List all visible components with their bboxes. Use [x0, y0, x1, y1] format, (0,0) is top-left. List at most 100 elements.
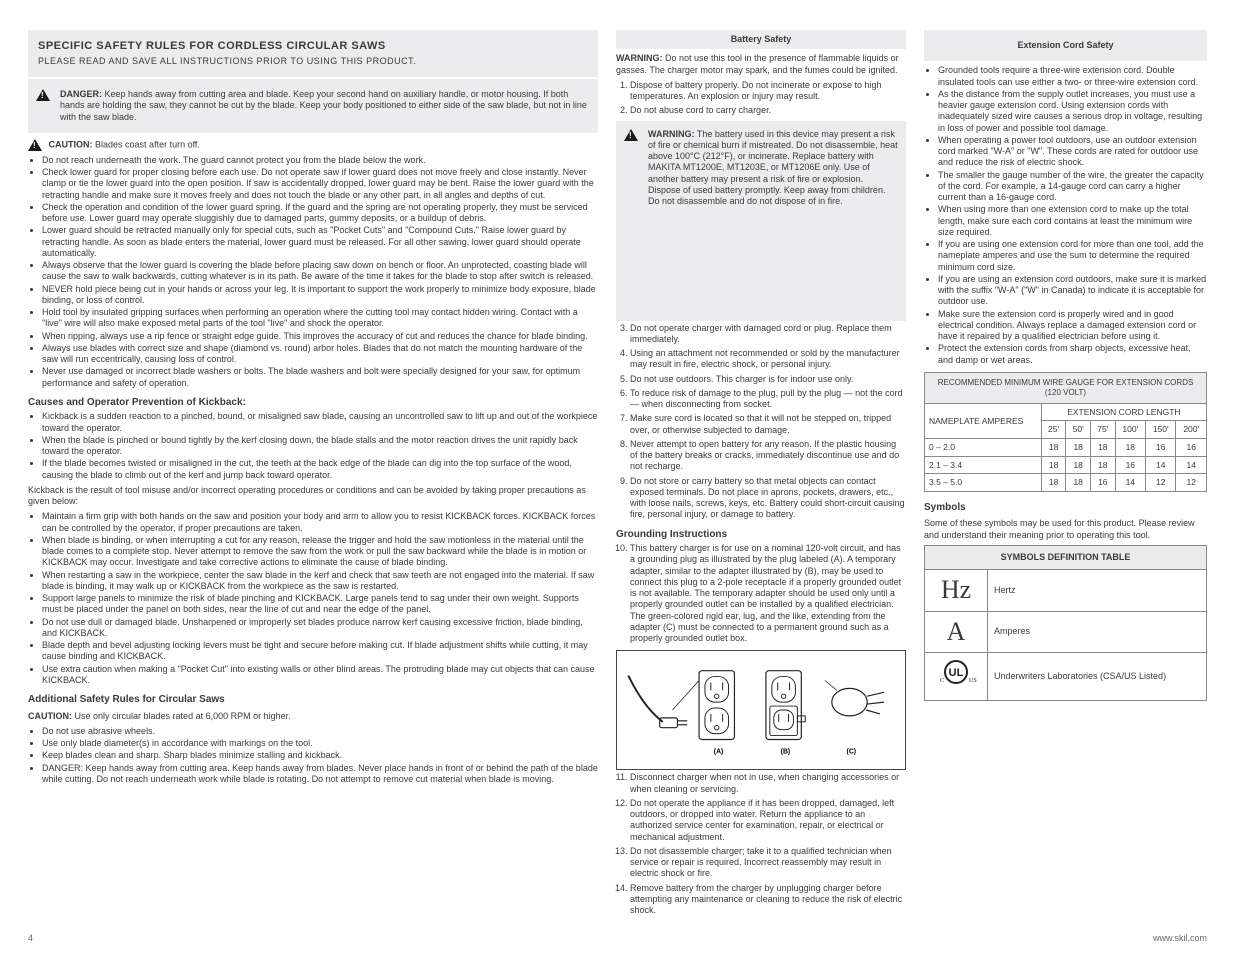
warning-box: WARNING: The battery used in this device…: [616, 121, 906, 321]
list-item: Check lower guard for proper closing bef…: [42, 167, 598, 201]
section-header-sub: PLEASE READ AND SAVE ALL INSTRUCTIONS PR…: [38, 56, 588, 67]
page-number: 4: [28, 933, 33, 944]
list-item: To reduce risk of damage to the plug, pu…: [630, 388, 906, 411]
list-item: This battery charger is for use on a nom…: [630, 543, 906, 644]
figure-label-a: (A): [714, 749, 724, 756]
table-row: UL C US Underwriters Laboratories (CSA/U…: [925, 653, 1207, 701]
list-item: Maintain a firm grip with both hands on …: [42, 511, 598, 534]
list-item: Do not use dull or damaged blade. Unshar…: [42, 617, 598, 640]
list-item: Do not operate charger with damaged cord…: [630, 323, 906, 346]
warning-icon: [36, 89, 50, 101]
list-item: Make sure the extension cord is properly…: [938, 309, 1207, 343]
awg-len: 50': [1066, 421, 1091, 439]
symbol-def: Hertz: [988, 570, 1207, 612]
awg-header-length: EXTENSION CORD LENGTH: [1041, 403, 1206, 421]
grounding-header: Grounding Instructions: [616, 529, 906, 542]
svg-text:US: US: [969, 678, 977, 684]
list-item: As the distance from the supply outlet i…: [938, 89, 1207, 134]
awg-len: 25': [1041, 421, 1066, 439]
awg-len: 100': [1115, 421, 1145, 439]
list-item: Support large panels to minimize the ris…: [42, 593, 598, 616]
symbols-table-title: SYMBOLS DEFINITION TABLE: [925, 545, 1207, 569]
list-item: Dispose of battery properly. Do not inci…: [630, 80, 906, 103]
kickback-header: Causes and Operator Prevention of Kickba…: [28, 397, 598, 410]
list-item: Do not disassemble charger; take it to a…: [630, 846, 906, 880]
numbered-list: Dispose of battery properly. Do not inci…: [630, 80, 906, 117]
list-item: Protect the extension cords from sharp o…: [938, 343, 1207, 366]
list-item: Remove battery from the charger by unplu…: [630, 883, 906, 917]
battery-warning-line: WARNING: Do not use this tool in the pre…: [616, 53, 906, 76]
bullet-list: Do not use abrasive wheels. Use only bla…: [42, 726, 598, 785]
bullet-list: Kickback is a sudden reaction to a pinch…: [42, 411, 598, 481]
svg-text:C: C: [940, 678, 944, 684]
list-item: When ripping, always use a rip fence or …: [42, 331, 598, 342]
caution-text: Blades coast after turn off.: [95, 139, 200, 149]
table-row: 3.5 – 5.0 18 18 16 14 12 12: [925, 474, 1207, 492]
awg-table: RECOMMENDED MINIMUM WIRE GAUGE FOR EXTEN…: [924, 372, 1207, 492]
list-item: Do not reach underneath the work. The gu…: [42, 155, 598, 166]
warning-text: The battery used in this device may pres…: [648, 129, 898, 207]
section-header: SPECIFIC SAFETY RULES FOR CORDLESS CIRCU…: [28, 30, 598, 77]
list-item: Do not use outdoors. This charger is for…: [630, 374, 906, 385]
grounding-figure: (A) (B): [616, 650, 906, 770]
list-item: Always use blades with correct size and …: [42, 343, 598, 366]
symbol-def: Underwriters Laboratories (CSA/US Listed…: [988, 653, 1207, 701]
warning-word: WARNING:: [648, 129, 695, 139]
figure-label-b: (B): [781, 749, 791, 756]
list-item: Use only blade diameter(s) in accordance…: [42, 738, 598, 749]
awg-header-amps: NAMEPLATE AMPERES: [925, 403, 1042, 438]
list-item: When restarting a saw in the workpiece, …: [42, 570, 598, 593]
section-header-main: SPECIFIC SAFETY RULES FOR CORDLESS CIRCU…: [38, 40, 386, 52]
list-item: If you are using an extension cord outdo…: [938, 274, 1207, 308]
list-item: Grounded tools require a three-wire exte…: [938, 65, 1207, 88]
list-item: If you are using one extension cord for …: [938, 239, 1207, 273]
bullet-list: Maintain a firm grip with both hands on …: [42, 511, 598, 686]
caution-line: CAUTION: Blades coast after turn off.: [28, 139, 598, 151]
list-item: Do not use abrasive wheels.: [42, 726, 598, 737]
list-item: NEVER hold piece being cut in your hands…: [42, 284, 598, 307]
symbol-def: Amperes: [988, 611, 1207, 653]
extension-cord-header: Extension Cord Safety: [924, 30, 1207, 61]
table-row: 2.1 – 3.4 18 18 18 16 14 14: [925, 456, 1207, 474]
list-item: Do not operate the appliance if it has b…: [630, 798, 906, 843]
caution-word: CAUTION:: [28, 711, 72, 721]
warning-word: WARNING:: [616, 53, 663, 63]
symbols-header: Symbols: [924, 502, 1207, 515]
list-item: Check the operation and condition of the…: [42, 202, 598, 225]
warning-icon: [624, 129, 638, 141]
list-item: The smaller the gauge number of the wire…: [938, 170, 1207, 204]
list-item: Do not store or carry battery so that me…: [630, 476, 906, 521]
table-row: A Amperes: [925, 611, 1207, 653]
awg-title: RECOMMENDED MINIMUM WIRE GAUGE FOR EXTEN…: [925, 372, 1207, 403]
caution-word: CAUTION:: [49, 139, 93, 149]
list-item: Lower guard should be retracted manually…: [42, 225, 598, 259]
list-item: Kickback is a sudden reaction to a pinch…: [42, 411, 598, 434]
page-footer: 4 www.skil.com: [28, 933, 1207, 944]
list-item: Never attempt to open battery for any re…: [630, 439, 906, 473]
bullet-list: Do not reach underneath the work. The gu…: [42, 155, 598, 389]
figure-label-c: (C): [847, 749, 857, 756]
danger-word: DANGER:: [60, 89, 102, 99]
list-item: Keep blades clean and sharp. Sharp blade…: [42, 750, 598, 761]
symbols-lead: Some of these symbols may be used for th…: [924, 518, 1207, 541]
caution-text: Use only circular blades rated at 6,000 …: [75, 711, 291, 721]
additional-header: Additional Safety Rules for Circular Saw…: [28, 694, 598, 707]
list-item: When using more than one extension cord …: [938, 204, 1207, 238]
list-item: When operating a power tool outdoors, us…: [938, 135, 1207, 169]
symbol-a: A: [925, 611, 988, 653]
list-item: Blade depth and bevel adjusting locking …: [42, 640, 598, 663]
kickback-note: Kickback is the result of tool misuse an…: [28, 485, 598, 508]
symbol-hz: Hz: [925, 570, 988, 612]
numbered-list: Disconnect charger when not in use, when…: [630, 772, 906, 916]
footer-url: www.skil.com: [1153, 933, 1207, 944]
list-item: Use extra caution when making a "Pocket …: [42, 664, 598, 687]
list-item: Do not abuse cord to carry charger.: [630, 105, 906, 116]
awg-len: 150': [1146, 421, 1176, 439]
battery-safety-header: Battery Safety: [616, 30, 906, 49]
numbered-list: Do not operate charger with damaged cord…: [630, 323, 906, 521]
list-item: Make sure cord is located so that it wil…: [630, 413, 906, 436]
danger-box: DANGER: Keep hands away from cutting are…: [28, 79, 598, 133]
bullet-list: Grounded tools require a three-wire exte…: [938, 65, 1207, 366]
symbol-ul: UL C US: [925, 653, 988, 701]
additional-caution: CAUTION: Use only circular blades rated …: [28, 711, 598, 722]
